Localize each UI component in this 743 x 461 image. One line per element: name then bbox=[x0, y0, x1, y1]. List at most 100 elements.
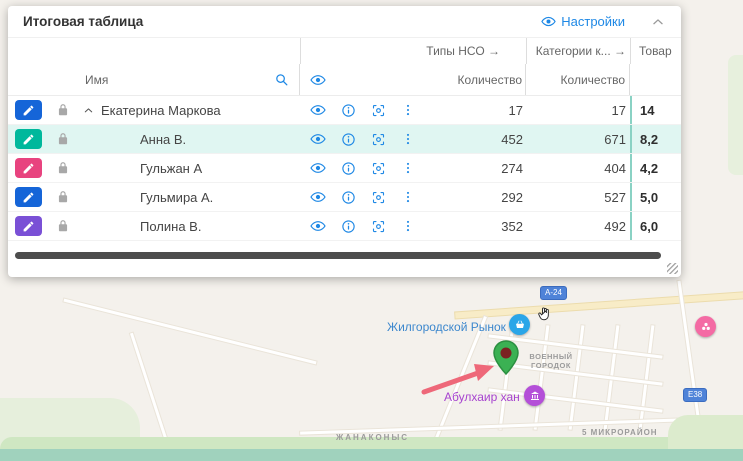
group-header-spacer bbox=[8, 38, 300, 64]
road-badge-e38: Е38 bbox=[683, 388, 707, 402]
header-product-cell bbox=[630, 64, 681, 95]
edit-button[interactable] bbox=[15, 100, 42, 120]
header-edit-cell bbox=[8, 64, 48, 95]
panel-header: Итоговая таблица Настройки bbox=[8, 6, 681, 38]
focus-icon[interactable] bbox=[370, 160, 386, 176]
qty-nso-value: 17 bbox=[428, 96, 526, 124]
header-lock-cell bbox=[48, 64, 78, 95]
visibility-icon[interactable] bbox=[310, 160, 326, 176]
cursor-hand bbox=[535, 305, 553, 323]
map-road bbox=[63, 299, 316, 365]
resize-handle[interactable] bbox=[667, 263, 678, 274]
settings-button[interactable]: Настройки bbox=[535, 13, 631, 30]
header-icons-cell bbox=[300, 64, 428, 95]
map-road-highway bbox=[455, 292, 743, 319]
qty-categories-value: 671 bbox=[526, 125, 630, 153]
table-column-header: Имя Количество Количество bbox=[8, 64, 681, 96]
qty-product-value: 6,0 bbox=[630, 212, 681, 240]
info-icon[interactable] bbox=[340, 102, 356, 118]
edit-button[interactable] bbox=[15, 129, 42, 149]
panel-title: Итоговая таблица bbox=[23, 14, 143, 29]
qty-categories-value: 492 bbox=[526, 212, 630, 240]
info-icon[interactable] bbox=[340, 131, 356, 147]
lock-icon[interactable] bbox=[56, 103, 70, 117]
table-row[interactable]: Гульжан А 274 404 4,2 bbox=[8, 154, 681, 183]
qty-nso-value: 352 bbox=[428, 212, 526, 240]
pencil-icon bbox=[22, 220, 35, 233]
visibility-icon[interactable] bbox=[310, 102, 326, 118]
table-row[interactable]: Анна В. 452 671 8,2 bbox=[8, 125, 681, 154]
edit-button[interactable] bbox=[15, 158, 42, 178]
pencil-icon bbox=[22, 104, 35, 117]
shopping-basket-icon bbox=[514, 319, 526, 331]
area-label-zhanakonys: ЖАНАКОНЫС bbox=[336, 433, 409, 442]
summary-table-panel: Итоговая таблица Настройки Типы НСО → Ка… bbox=[8, 6, 681, 277]
info-icon[interactable] bbox=[340, 160, 356, 176]
menu-dots-icon[interactable] bbox=[400, 131, 416, 147]
column-qty-categories-label[interactable]: Количество bbox=[526, 64, 630, 95]
edit-button[interactable] bbox=[15, 187, 42, 207]
landmark-poi-icon[interactable] bbox=[524, 385, 545, 406]
table-group-header: Типы НСО → Категории к... → Товар bbox=[8, 38, 681, 64]
focus-icon[interactable] bbox=[370, 102, 386, 118]
lock-icon[interactable] bbox=[56, 132, 70, 146]
group-header-product[interactable]: Товар bbox=[630, 38, 681, 64]
chevron-up-icon bbox=[651, 15, 665, 29]
area-label-5-mikroraion: 5 МИКРОРАЙОН bbox=[582, 428, 658, 437]
qty-product-value: 5,0 bbox=[630, 183, 681, 211]
map-park-area bbox=[728, 55, 743, 175]
edit-button[interactable] bbox=[15, 216, 42, 236]
qty-categories-value: 17 bbox=[526, 96, 630, 124]
qty-nso-value: 292 bbox=[428, 183, 526, 211]
menu-dots-icon[interactable] bbox=[400, 160, 416, 176]
visibility-icon[interactable] bbox=[310, 189, 326, 205]
menu-dots-icon[interactable] bbox=[400, 102, 416, 118]
search-icon[interactable] bbox=[274, 72, 289, 87]
qty-product-value: 14 bbox=[630, 96, 681, 124]
row-name: Гульмира А. bbox=[140, 190, 213, 205]
beauty-poi-icon[interactable] bbox=[695, 316, 716, 337]
row-name: Гульжан А bbox=[140, 161, 202, 176]
header-name-cell: Имя bbox=[78, 64, 300, 95]
map-road bbox=[569, 325, 585, 430]
landmark-icon bbox=[529, 390, 541, 402]
lock-icon[interactable] bbox=[56, 161, 70, 175]
qty-nso-value: 274 bbox=[428, 154, 526, 182]
qty-nso-value: 452 bbox=[428, 125, 526, 153]
row-name: Полина В. bbox=[140, 219, 201, 234]
group-header-nso[interactable]: Типы НСО → bbox=[300, 38, 526, 64]
info-icon[interactable] bbox=[340, 218, 356, 234]
qty-categories-value: 404 bbox=[526, 154, 630, 182]
visibility-icon[interactable] bbox=[310, 131, 326, 147]
lock-icon[interactable] bbox=[56, 219, 70, 233]
focus-icon[interactable] bbox=[370, 189, 386, 205]
table-row[interactable]: Екатерина Маркова 17 17 14 bbox=[8, 96, 681, 125]
qty-product-value: 8,2 bbox=[630, 125, 681, 153]
menu-dots-icon[interactable] bbox=[400, 218, 416, 234]
collapse-panel-button[interactable] bbox=[651, 13, 669, 31]
column-qty-nso-label[interactable]: Количество bbox=[428, 64, 526, 95]
table-row[interactable]: Гульмира А. 292 527 5,0 bbox=[8, 183, 681, 212]
info-icon[interactable] bbox=[340, 189, 356, 205]
visibility-icon[interactable] bbox=[310, 218, 326, 234]
road-badge-a24: А-24 bbox=[540, 286, 567, 300]
table-row[interactable]: Полина В. 352 492 6,0 bbox=[8, 212, 681, 241]
focus-icon[interactable] bbox=[370, 218, 386, 234]
menu-dots-icon[interactable] bbox=[400, 189, 416, 205]
row-name: Анна В. bbox=[140, 132, 186, 147]
settings-label: Настройки bbox=[561, 14, 625, 29]
eye-icon bbox=[541, 14, 556, 29]
pencil-icon bbox=[22, 162, 35, 175]
focus-icon[interactable] bbox=[370, 131, 386, 147]
area-label-voenny-gorodok: ВОЕННЫЙ ГОРОДОК bbox=[515, 352, 587, 370]
lock-icon[interactable] bbox=[56, 190, 70, 204]
poi-label-market[interactable]: Жилгородской Рынок bbox=[387, 320, 506, 334]
horizontal-scrollbar[interactable] bbox=[15, 252, 661, 259]
market-poi-icon[interactable] bbox=[509, 314, 530, 335]
visibility-column-icon[interactable] bbox=[310, 72, 326, 88]
qty-categories-value: 527 bbox=[526, 183, 630, 211]
pencil-icon bbox=[22, 191, 35, 204]
group-header-categories[interactable]: Категории к... → bbox=[526, 38, 630, 64]
column-name-label: Имя bbox=[85, 73, 108, 87]
collapse-row-icon[interactable] bbox=[80, 102, 96, 118]
